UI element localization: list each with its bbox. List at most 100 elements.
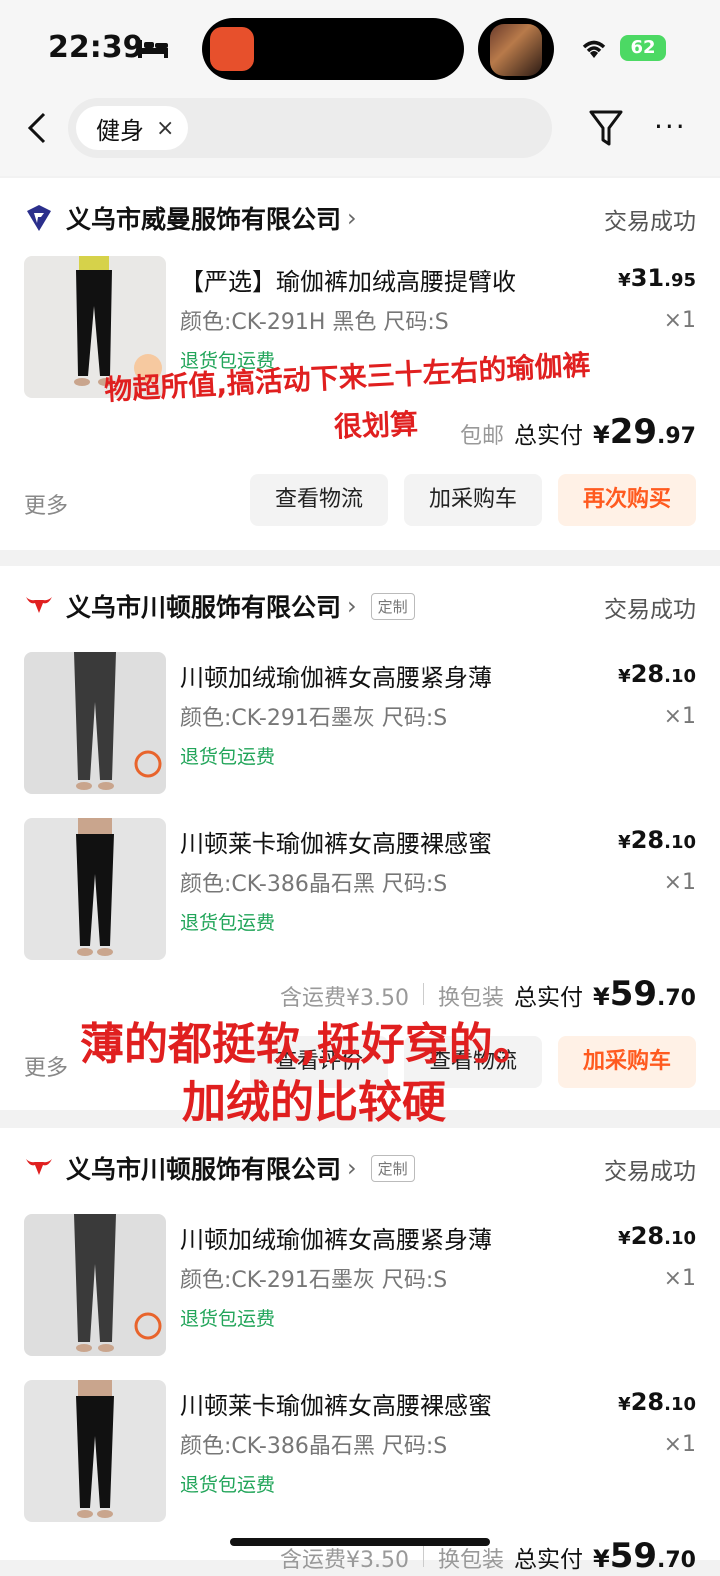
product-spec: 颜色:CK-291石墨灰 尺码:S: [180, 706, 448, 731]
change-packaging-note: 换包装: [437, 1548, 504, 1573]
product-quantity: ×1: [663, 308, 696, 333]
chevron-right-icon: ›: [347, 204, 357, 232]
total-label: 总实付: [513, 1547, 583, 1573]
battery-indicator: 62: [620, 35, 666, 61]
order-status: 交易成功: [604, 597, 696, 623]
total-int: 59: [609, 974, 658, 1014]
currency: ¥: [618, 270, 631, 291]
price-dec: .10: [664, 1394, 696, 1415]
order-item[interactable]: 川顿莱卡瑜伽裤女高腰裸感蜜 颜色:CK-386晶石黑 尺码:S 退货包运费 ¥2…: [0, 818, 720, 960]
custom-tag: 定制: [370, 1154, 415, 1182]
total-label: 总实付: [513, 985, 583, 1011]
currency: ¥: [618, 666, 631, 687]
add-to-cart-button[interactable]: 加采购车: [404, 474, 542, 526]
total-label: 总实付: [513, 423, 583, 449]
home-indicator[interactable]: [230, 1538, 490, 1546]
more-link[interactable]: 更多: [24, 1050, 68, 1082]
price-dec: .10: [664, 1228, 696, 1249]
search-bar[interactable]: 健身 ×: [68, 98, 552, 158]
currency: ¥: [618, 1394, 631, 1415]
product-price: ¥28.10: [618, 1388, 696, 1416]
total-currency: ¥: [592, 421, 610, 449]
total-currency: ¥: [592, 983, 610, 1011]
divider: [422, 983, 424, 1005]
clock: 22:39: [48, 30, 144, 65]
more-link[interactable]: 更多: [24, 488, 68, 520]
media-thumbnail: [490, 24, 542, 76]
custom-tag: 定制: [370, 592, 415, 620]
product-price: ¥28.10: [618, 1222, 696, 1250]
close-icon[interactable]: ×: [156, 116, 174, 141]
total-dec: .70: [657, 986, 696, 1011]
product-price: ¥28.10: [618, 660, 696, 688]
order-status: 交易成功: [604, 1159, 696, 1185]
add-to-cart-button[interactable]: 加采购车: [558, 1036, 696, 1088]
product-quantity: ×1: [663, 1266, 696, 1291]
product-spec: 颜色:CK-386晶石黑 尺码:S: [180, 1434, 448, 1459]
handwritten-note: 加绒的比较硬: [182, 1066, 446, 1130]
search-chip[interactable]: 健身 ×: [76, 106, 189, 150]
return-shipping-tag: 退货包运费: [180, 912, 276, 934]
currency: ¥: [618, 832, 631, 853]
bull-logo-icon: [26, 1159, 52, 1175]
product-quantity: ×1: [663, 1432, 696, 1457]
handwritten-note: 薄的都挺软,挺好穿的。: [80, 1008, 537, 1072]
product-title: 川顿加绒瑜伽裤女高腰紧身薄: [180, 664, 492, 692]
order-status: 交易成功: [604, 209, 696, 235]
note-line: 很划算: [333, 407, 419, 444]
note-line: 加绒的比较硬: [182, 1077, 446, 1128]
total-dec: .70: [657, 1548, 696, 1573]
total-currency: ¥: [592, 1545, 610, 1573]
shop-header[interactable]: 义乌市川顿服饰有限公司 › 定制: [24, 586, 415, 626]
product-image: [24, 652, 166, 794]
return-shipping-tag: 退货包运费: [180, 1308, 276, 1330]
free-shipping-note: 包邮: [459, 424, 504, 449]
divider: [422, 1545, 424, 1567]
currency: ¥: [618, 1228, 631, 1249]
more-options-icon[interactable]: ···: [654, 112, 698, 142]
price-int: 28: [630, 1222, 665, 1250]
product-spec: 颜色:CK-291石墨灰 尺码:S: [180, 1268, 448, 1293]
shop-header[interactable]: 义乌市川顿服饰有限公司 › 定制: [24, 1148, 415, 1188]
search-header: 健身 × ···: [0, 96, 720, 176]
wifi-icon: [582, 40, 606, 58]
price-dec: .10: [664, 832, 696, 853]
view-logistics-button[interactable]: 查看物流: [250, 474, 388, 526]
total-int: 29: [609, 412, 658, 452]
product-image: [24, 1380, 166, 1522]
order-item[interactable]: 川顿莱卡瑜伽裤女高腰裸感蜜 颜色:CK-386晶石黑 尺码:S 退货包运费 ¥2…: [0, 1380, 720, 1522]
shipping-fee-note: 含运费¥3.50: [279, 1548, 409, 1573]
price-int: 31: [630, 264, 665, 292]
app-activity-icon: [210, 27, 254, 71]
product-title: 川顿莱卡瑜伽裤女高腰裸感蜜: [180, 1392, 492, 1420]
status-bar: 22:39 62: [0, 0, 720, 96]
leggings-photo: [74, 1214, 162, 1352]
product-title: 川顿莱卡瑜伽裤女高腰裸感蜜: [180, 830, 492, 858]
search-chip-label: 健身: [96, 116, 144, 145]
product-title: 【严选】瑜伽裤加绒高腰提臂收: [180, 268, 516, 296]
leggings-photo: [74, 652, 162, 790]
product-quantity: ×1: [663, 870, 696, 895]
price-int: 28: [630, 660, 665, 688]
product-spec: 颜色:CK-291H 黑色 尺码:S: [180, 310, 449, 335]
total-int: 59: [609, 1536, 658, 1576]
filter-icon[interactable]: [588, 108, 624, 148]
price-int: 28: [630, 1388, 665, 1416]
order-item[interactable]: 川顿加绒瑜伽裤女高腰紧身薄 颜色:CK-291石墨灰 尺码:S 退货包运费 ¥2…: [0, 652, 720, 794]
price-dec: .10: [664, 666, 696, 687]
back-arrow-icon[interactable]: [24, 110, 52, 146]
leggings-photo: [76, 1380, 114, 1518]
total-dec: .97: [657, 424, 696, 449]
product-image: [24, 818, 166, 960]
product-title: 川顿加绒瑜伽裤女高腰紧身薄: [180, 1226, 492, 1254]
return-shipping-tag: 退货包运费: [180, 1474, 276, 1496]
product-price: ¥28.10: [618, 826, 696, 854]
order-item[interactable]: 川顿加绒瑜伽裤女高腰紧身薄 颜色:CK-291石墨灰 尺码:S 退货包运费 ¥2…: [0, 1214, 720, 1356]
order-summary: 包邮 总实付 ¥29.97: [460, 412, 696, 452]
product-quantity: ×1: [663, 704, 696, 729]
shop-name: 义乌市川顿服饰有限公司: [66, 1155, 342, 1184]
product-price: ¥31.95: [618, 264, 696, 292]
buy-again-button[interactable]: 再次购买: [558, 474, 696, 526]
note-line: 薄的都挺软,挺好穿的。: [80, 1019, 537, 1070]
shop-header[interactable]: 义乌市威曼服饰有限公司 ›: [24, 198, 357, 238]
